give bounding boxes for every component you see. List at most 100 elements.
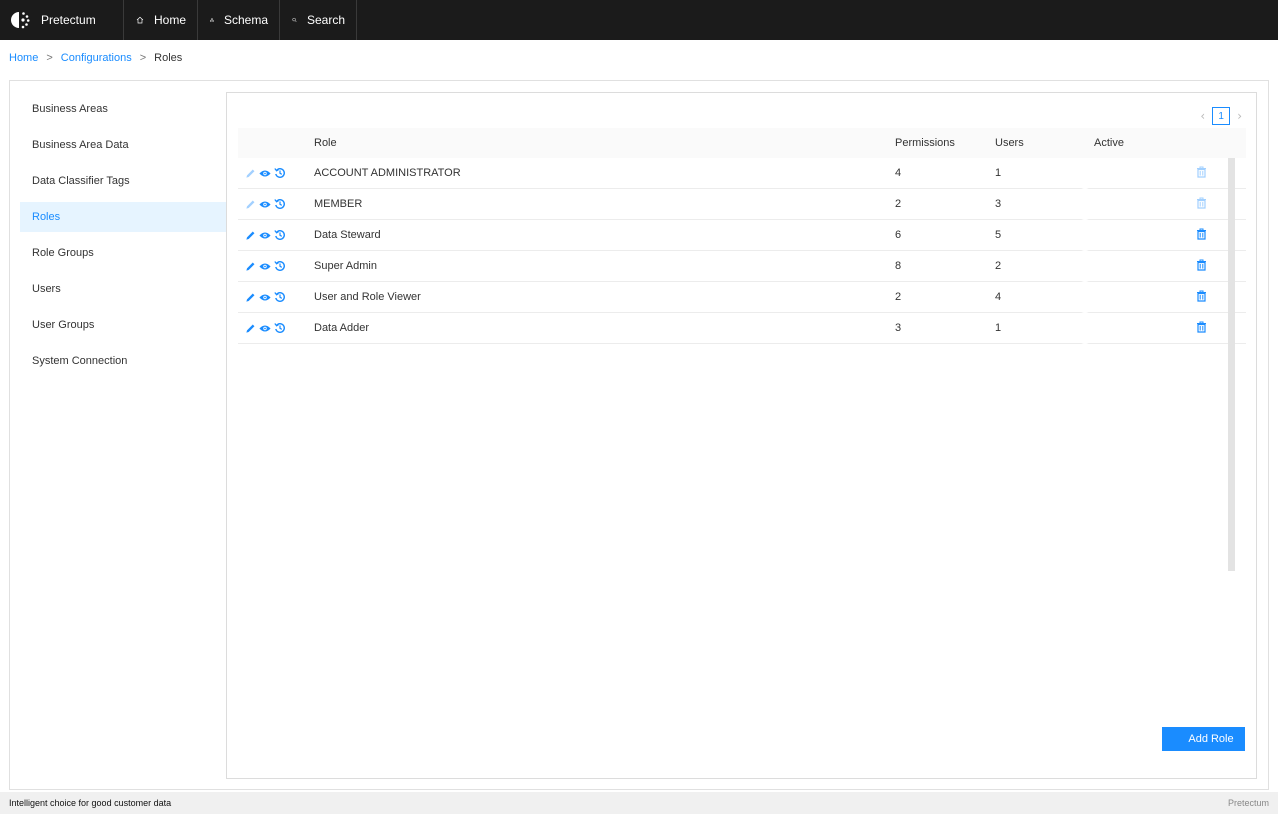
roles-table: Role Permissions Users Active ACCOUNT AD… <box>238 128 1246 344</box>
column-header-active[interactable]: Active <box>1094 137 1124 149</box>
delete-trash-icon[interactable] <box>1195 228 1207 240</box>
history-icon[interactable] <box>274 322 286 334</box>
table-row: ACCOUNT ADMINISTRATOR 4 1 <box>238 158 1246 189</box>
view-eye-icon[interactable] <box>259 322 271 334</box>
column-header-role[interactable]: Role <box>314 137 337 149</box>
sidebar-item-business-areas[interactable]: Business Areas <box>20 94 226 124</box>
brand-name: Pretectum <box>41 13 96 27</box>
table-row: User and Role Viewer 2 4 <box>238 282 1246 313</box>
role-name: MEMBER <box>314 198 363 210</box>
delete-cell <box>1195 166 1207 181</box>
edit-pencil-icon[interactable] <box>244 260 256 272</box>
top-navbar: Pretectum Home Schema Search <box>0 0 1278 40</box>
view-eye-icon[interactable] <box>259 291 271 303</box>
delete-trash-icon[interactable] <box>1195 197 1207 209</box>
edit-pencil-icon[interactable] <box>244 322 256 334</box>
row-actions <box>244 229 286 241</box>
column-header-users[interactable]: Users <box>995 137 1024 149</box>
users-count: 2 <box>995 260 1002 272</box>
permissions-count: 6 <box>895 229 902 241</box>
pretectum-logo-icon <box>11 12 30 29</box>
permissions-count: 8 <box>895 260 902 272</box>
table-row: Data Adder 3 1 <box>238 313 1246 344</box>
footer: Intelligent choice for good customer dat… <box>0 792 1278 814</box>
edit-pencil-icon[interactable] <box>244 229 256 241</box>
delete-trash-icon[interactable] <box>1195 166 1207 178</box>
breadcrumb-separator: > <box>46 52 53 64</box>
row-actions <box>244 322 286 334</box>
table-body: ACCOUNT ADMINISTRATOR 4 1 MEMBER 2 3 Data Stew… <box>238 158 1246 344</box>
search-icon <box>292 17 297 23</box>
footer-tagline: Intelligent choice for good customer dat… <box>9 798 172 808</box>
breadcrumb-configurations[interactable]: Configurations <box>61 52 132 64</box>
role-name: Data Adder <box>314 322 370 334</box>
delete-trash-icon[interactable] <box>1195 290 1207 302</box>
users-count: 1 <box>995 322 1002 334</box>
nav-home[interactable]: Home <box>124 0 198 40</box>
sidebar-item-system-connection[interactable]: System Connection <box>20 346 226 376</box>
column-header-permissions[interactable]: Permissions <box>895 137 955 149</box>
breadcrumb: Home > Configurations > Roles <box>9 52 182 64</box>
delete-cell <box>1195 321 1207 336</box>
delete-trash-icon[interactable] <box>1195 321 1207 333</box>
permissions-count: 2 <box>895 291 902 303</box>
history-icon[interactable] <box>274 167 286 179</box>
configuration-panel: Business Areas Business Area Data Data C… <box>9 80 1269 790</box>
table-header: Role Permissions Users Active <box>238 128 1246 158</box>
row-actions <box>244 167 286 179</box>
sidebar-item-data-classifier-tags[interactable]: Data Classifier Tags <box>20 166 226 196</box>
history-icon[interactable] <box>274 229 286 241</box>
breadcrumb-separator: > <box>139 52 147 64</box>
add-role-button[interactable]: Add Role <box>1162 727 1245 751</box>
role-name: ACCOUNT ADMINISTRATOR <box>314 167 461 179</box>
table-scrollbar[interactable] <box>1228 158 1235 571</box>
nav-home-label: Home <box>153 13 186 27</box>
users-count: 3 <box>995 198 1002 210</box>
delete-cell <box>1195 228 1207 243</box>
nav-schema[interactable]: Schema <box>198 0 280 40</box>
edit-pencil-icon[interactable] <box>244 198 256 210</box>
home-icon <box>136 16 144 24</box>
users-count: 5 <box>995 229 1002 241</box>
chevron-left-icon[interactable]: ‹ <box>1200 109 1205 123</box>
delete-cell <box>1195 197 1207 212</box>
footer-brand: Pretectum <box>1227 798 1269 808</box>
view-eye-icon[interactable] <box>259 198 271 210</box>
page-number[interactable]: 1 <box>1212 107 1231 125</box>
permissions-count: 4 <box>895 167 902 179</box>
history-icon[interactable] <box>274 260 286 272</box>
breadcrumb-home[interactable]: Home <box>9 52 38 64</box>
breadcrumb-current: Roles <box>154 52 183 64</box>
brand[interactable]: Pretectum <box>0 0 124 40</box>
users-count: 1 <box>995 167 1002 179</box>
delete-cell <box>1195 259 1207 274</box>
table-row: Super Admin 8 2 <box>238 251 1246 282</box>
delete-cell <box>1195 290 1207 305</box>
sidebar-item-business-area-data[interactable]: Business Area Data <box>20 130 226 160</box>
table-row: Data Steward 6 5 <box>238 220 1246 251</box>
chevron-right-icon[interactable]: › <box>1237 109 1242 123</box>
edit-pencil-icon[interactable] <box>244 291 256 303</box>
schema-icon <box>210 18 214 22</box>
nav-schema-label: Schema <box>223 13 268 27</box>
pagination: ‹ 1 › <box>1200 107 1242 125</box>
row-actions <box>244 260 286 272</box>
history-icon[interactable] <box>274 198 286 210</box>
role-name: User and Role Viewer <box>314 291 421 303</box>
view-eye-icon[interactable] <box>259 229 271 241</box>
sidebar-item-role-groups[interactable]: Role Groups <box>20 238 226 268</box>
table-row: MEMBER 2 3 <box>238 189 1246 220</box>
permissions-count: 2 <box>895 198 902 210</box>
history-icon[interactable] <box>274 291 286 303</box>
users-count: 4 <box>995 291 1002 303</box>
delete-trash-icon[interactable] <box>1195 259 1207 271</box>
view-eye-icon[interactable] <box>259 260 271 272</box>
sidebar-item-roles[interactable]: Roles <box>20 202 226 232</box>
config-sidebar: Business Areas Business Area Data Data C… <box>20 94 226 382</box>
nav-search[interactable]: Search <box>280 0 357 40</box>
view-eye-icon[interactable] <box>259 167 271 179</box>
sidebar-item-users[interactable]: Users <box>20 274 226 304</box>
role-name: Data Steward <box>314 229 381 241</box>
sidebar-item-user-groups[interactable]: User Groups <box>20 310 226 340</box>
edit-pencil-icon[interactable] <box>244 167 256 179</box>
